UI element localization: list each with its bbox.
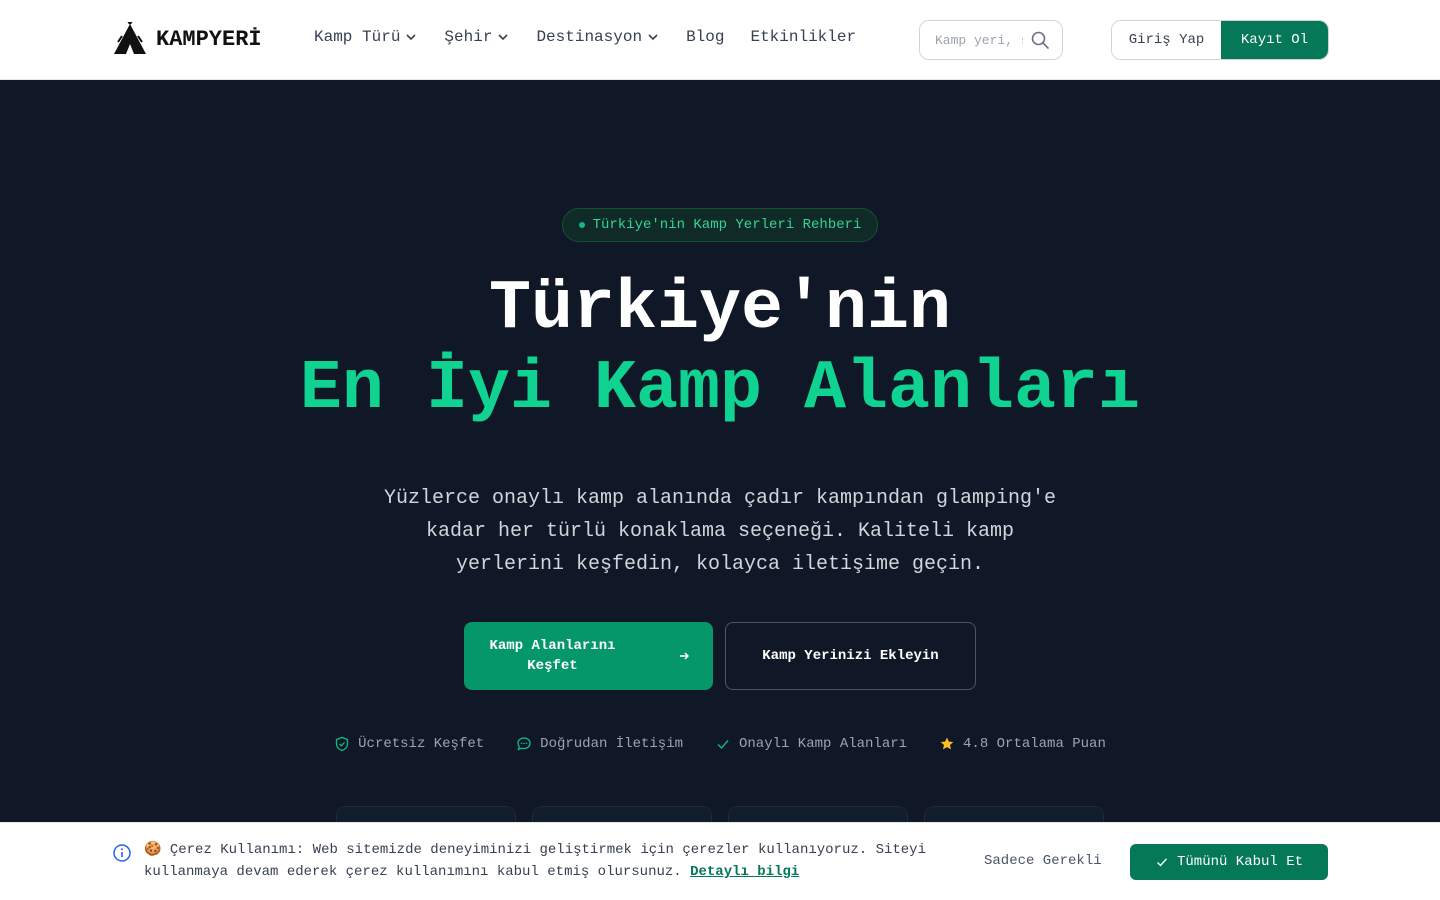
badge-dot [578,222,585,228]
check-icon [717,740,729,750]
search-input[interactable] [935,32,1023,48]
info-icon [113,844,131,862]
auth-buttons: Giriş Yap Kayıt Ol [1111,20,1329,60]
nav-label: Blog [686,28,725,46]
nav-item-etkinlikler[interactable]: Etkinlikler [750,28,856,46]
cookie-details-link[interactable]: Detaylı bilgi [690,864,799,880]
feature-item: Ücretsiz Keşfet [334,736,484,752]
chat-icon [517,737,531,751]
nav-label: Destinasyon [536,28,643,46]
necessary-only-button[interactable]: Sadece Gerekli [976,849,1110,873]
search-box [919,20,1063,60]
hero-badge: Türkiye'nin Kamp Yerleri Rehberi [562,208,878,242]
feature-label: Onaylı Kamp Alanları [739,736,908,752]
feature-label: Ücretsiz Keşfet [358,736,485,752]
nav-item-blog[interactable]: Blog [686,28,724,46]
chevron-down-icon [648,34,658,41]
nav-label: Şehir [444,28,493,46]
feature-label: Doğrudan İletişim [540,736,683,752]
feature-label: 4.8 Ortalama Puan [963,736,1106,752]
accept-all-label: Tümünü Kabul Et [1176,854,1304,870]
hero-description: Yüzlerce onaylı kamp alanında çadır kamp… [383,487,1057,576]
logo-text: KAMPYERİ [156,26,262,52]
feature-item: Doğrudan İletişim [516,736,683,752]
cookie-emoji: 🍪 [144,842,162,858]
arrow-right-icon [679,652,689,660]
nav-label: Kamp Türü [314,28,401,46]
feature-item: 4.8 Ortalama Puan [939,736,1106,752]
badge-text: Türkiye'nin Kamp Yerleri Rehberi [592,217,862,233]
explore-camps-button[interactable]: Kamp Alanlarını Keşfet [464,622,713,690]
chevron-down-icon [406,34,416,41]
main-nav: Kamp Türü Şehir Destinasyon Blog Etkinli… [314,28,882,46]
cookie-banner: 🍪 Çerez Kullanımı: Web sitemizde deneyim… [0,822,1440,900]
feature-item: Onaylı Kamp Alanları [715,736,907,752]
nav-item-sehir[interactable]: Şehir [444,28,510,46]
shield-check-icon [335,736,349,752]
register-button[interactable]: Kayıt Ol [1221,21,1328,59]
feature-list: Ücretsiz Keşfet Doğrudan İletişim Onaylı… [0,736,1440,752]
chevron-down-icon [498,34,509,41]
cookie-title: Çerez Kullanımı: [169,842,305,858]
nav-item-destinasyon[interactable]: Destinasyon [536,28,660,46]
hero-title-line1: Türkiye'nin [488,270,952,349]
cookie-text: 🍪 Çerez Kullanımı: Web sitemizde deneyim… [144,839,944,883]
explore-camps-label: Kamp Alanlarını Keşfet [489,638,616,674]
star-icon [940,737,954,750]
search-icon[interactable] [1030,30,1050,50]
add-camp-button[interactable]: Kamp Yerinizi Ekleyin [725,622,976,690]
login-button[interactable]: Giriş Yap [1112,21,1221,59]
hero-title-line2: En İyi Kamp Alanları [299,350,1141,429]
tent-logo-icon [114,22,146,54]
nav-label: Etkinlikler [750,28,857,46]
accept-all-button[interactable]: Tümünü Kabul Et [1130,844,1328,880]
site-header: KAMPYERİ Kamp Türü Şehir Destinasyon Blo… [0,0,1440,80]
nav-item-kamp-turu[interactable]: Kamp Türü [314,28,418,46]
check-icon [1156,858,1168,867]
logo[interactable]: KAMPYERİ [112,22,262,56]
